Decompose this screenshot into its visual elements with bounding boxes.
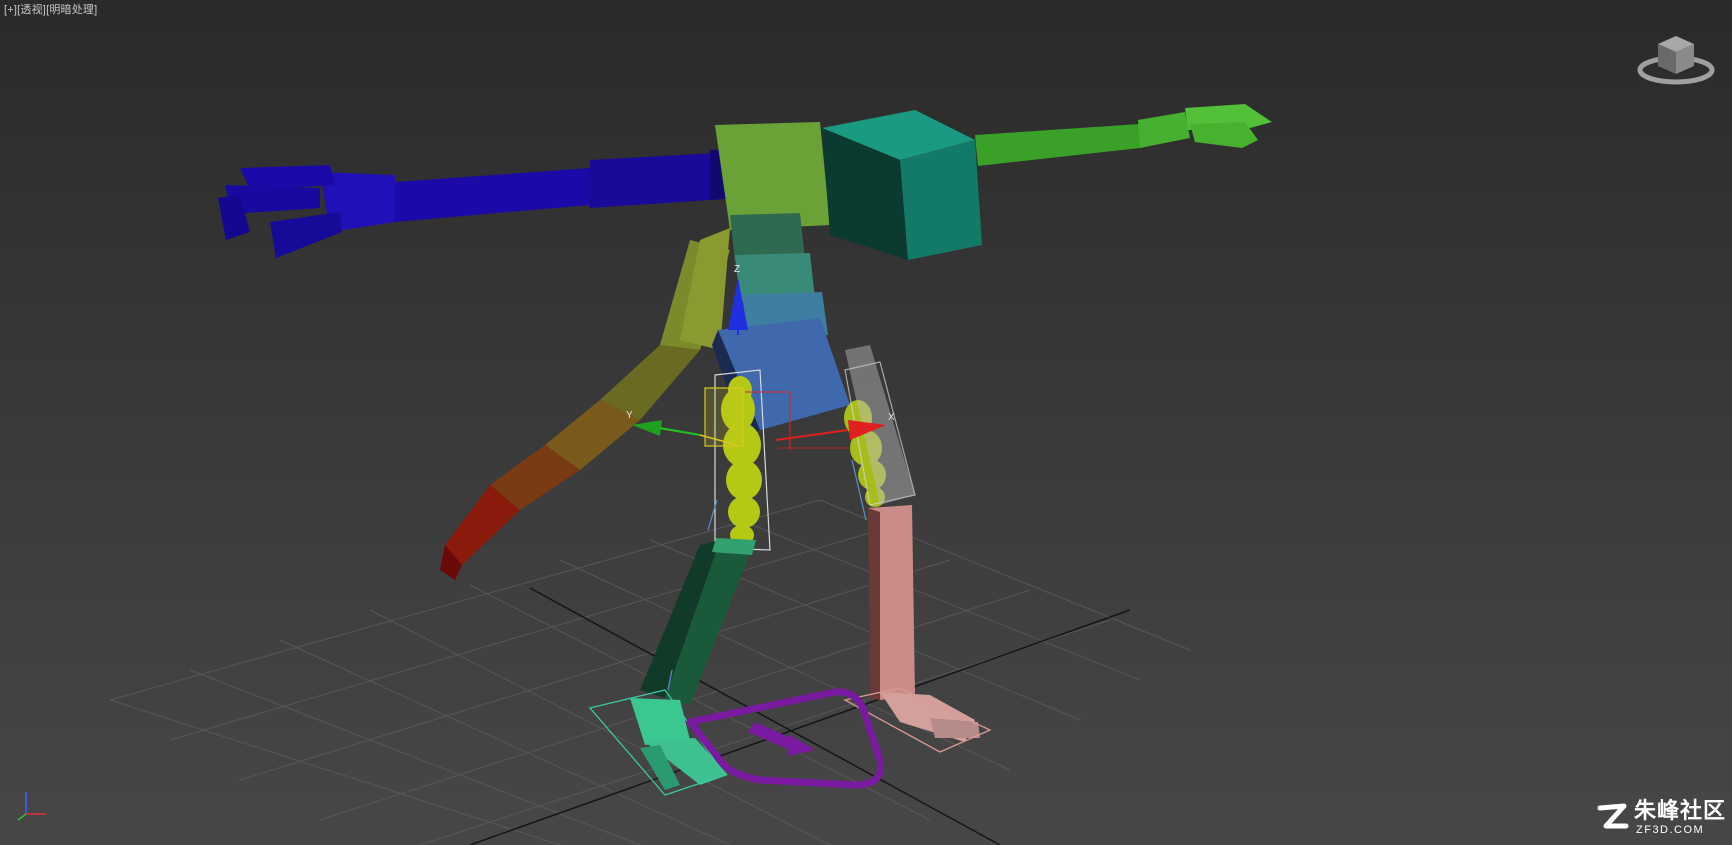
- gizmo-y-label: Y: [626, 410, 633, 421]
- left-arm-bones[interactable]: [218, 148, 770, 258]
- right-arm-bones[interactable]: [975, 104, 1272, 166]
- gizmo-x-label: X: [888, 412, 895, 423]
- right-leg-bones[interactable]: [868, 505, 915, 700]
- watermark-title: 朱峰社区: [1634, 799, 1727, 824]
- head-box[interactable]: [822, 110, 982, 260]
- perspective-viewport[interactable]: [+] [透视] [明暗处理] Z Y X 朱峰社区 ZF3D.COM: [0, 0, 1732, 845]
- scene-canvas[interactable]: Z Y X: [0, 0, 1732, 845]
- left-foot[interactable]: [630, 698, 728, 790]
- left-leg-bones[interactable]: [640, 538, 756, 705]
- right-foot[interactable]: [880, 692, 980, 742]
- zf-logo-icon: [1597, 803, 1629, 829]
- grid-main-axes: [469, 587, 1131, 845]
- gizmo-z-label: Z: [734, 264, 740, 275]
- watermark-url: ZF3D.COM: [1636, 824, 1705, 836]
- axis-tripod-icon: [17, 792, 46, 821]
- brand-watermark: 朱峰社区 ZF3D.COM: [1596, 800, 1726, 840]
- viewcube-icon[interactable]: [1636, 30, 1716, 90]
- tail-bones[interactable]: [440, 240, 730, 580]
